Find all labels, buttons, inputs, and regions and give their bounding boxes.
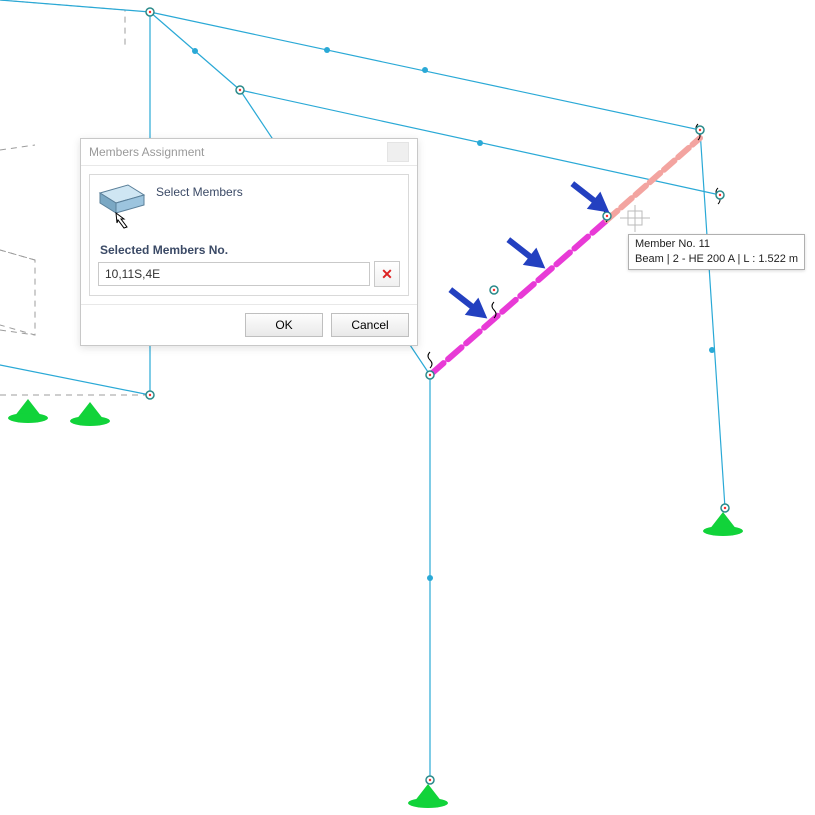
clear-input-button[interactable]: ✕ — [374, 261, 400, 287]
tooltip-title: Member No. 11 — [635, 237, 798, 252]
dialog-footer: OK Cancel — [81, 304, 417, 345]
selected-members-label: Selected Members No. — [100, 243, 400, 257]
dialog-titlebar[interactable]: Members Assignment — [81, 139, 417, 166]
i-beam-icon — [98, 183, 146, 233]
tooltip-detail: Beam | 2 - HE 200 A | L : 1.522 m — [635, 252, 798, 267]
wireframe-model — [0, 0, 815, 815]
close-icon[interactable] — [387, 142, 409, 162]
model-viewport[interactable] — [0, 0, 815, 815]
members-assignment-dialog: Members Assignment Select Members Select… — [80, 138, 418, 346]
member-tooltip: Member No. 11 Beam | 2 - HE 200 A | L : … — [628, 234, 805, 270]
cancel-button[interactable]: Cancel — [331, 313, 409, 337]
clear-x-icon: ✕ — [381, 267, 393, 281]
select-members-label: Select Members — [156, 185, 243, 199]
dialog-body: Select Members Selected Members No. ✕ — [89, 174, 409, 296]
dialog-title: Members Assignment — [89, 139, 204, 165]
ok-button[interactable]: OK — [245, 313, 323, 337]
selected-members-input[interactable] — [98, 262, 370, 286]
